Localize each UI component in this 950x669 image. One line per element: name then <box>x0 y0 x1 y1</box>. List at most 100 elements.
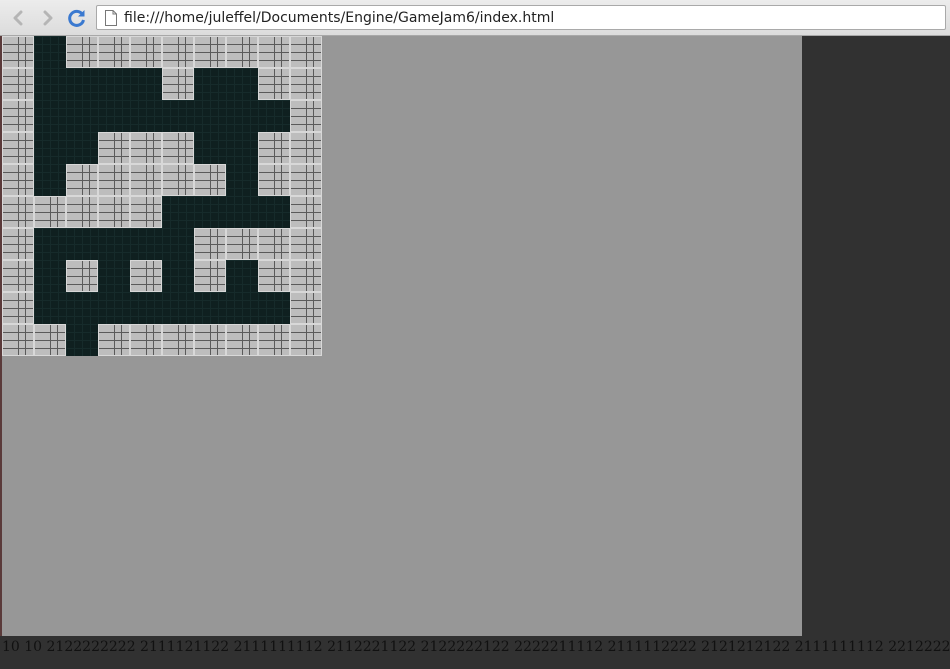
reload-icon <box>68 9 85 27</box>
back-button[interactable] <box>7 7 29 29</box>
wall-tile <box>194 260 226 292</box>
wall-tile <box>130 132 162 164</box>
floor-tile <box>226 100 258 132</box>
wall-tile <box>290 100 322 132</box>
floor-tile <box>226 260 258 292</box>
floor-tile <box>194 132 226 164</box>
floor-tile <box>34 228 66 260</box>
wall-tile <box>34 324 66 356</box>
floor-tile <box>34 36 66 68</box>
floor-tile <box>194 100 226 132</box>
wall-tile <box>290 292 322 324</box>
wall-tile <box>2 100 34 132</box>
maze-grid <box>2 36 322 356</box>
wall-tile <box>162 324 194 356</box>
floor-tile <box>98 100 130 132</box>
forward-button[interactable] <box>37 7 59 29</box>
wall-tile <box>162 132 194 164</box>
floor-tile <box>226 68 258 100</box>
floor-tile <box>34 100 66 132</box>
wall-tile <box>258 132 290 164</box>
floor-tile <box>258 196 290 228</box>
wall-tile <box>226 324 258 356</box>
wall-tile <box>66 260 98 292</box>
floor-tile <box>34 132 66 164</box>
floor-tile <box>130 68 162 100</box>
wall-tile <box>290 228 322 260</box>
floor-tile <box>34 260 66 292</box>
game-canvas[interactable] <box>2 36 802 636</box>
floor-tile <box>162 196 194 228</box>
floor-tile <box>98 292 130 324</box>
wall-tile <box>258 228 290 260</box>
floor-tile <box>98 228 130 260</box>
browser-toolbar: file:///home/juleffel/Documents/Engine/G… <box>0 0 950 36</box>
floor-tile <box>130 292 162 324</box>
wall-tile <box>98 164 130 196</box>
floor-tile <box>226 164 258 196</box>
wall-tile <box>2 164 34 196</box>
wall-tile <box>258 68 290 100</box>
wall-tile <box>290 260 322 292</box>
wall-tile <box>290 164 322 196</box>
wall-tile <box>290 68 322 100</box>
wall-tile <box>226 228 258 260</box>
address-bar[interactable]: file:///home/juleffel/Documents/Engine/G… <box>96 5 946 30</box>
floor-tile <box>66 228 98 260</box>
wall-tile <box>2 68 34 100</box>
floor-tile <box>162 292 194 324</box>
wall-tile <box>130 196 162 228</box>
url-text[interactable]: file:///home/juleffel/Documents/Engine/G… <box>124 10 554 26</box>
wall-tile <box>194 36 226 68</box>
floor-tile <box>66 132 98 164</box>
floor-tile <box>130 100 162 132</box>
floor-tile <box>226 132 258 164</box>
reload-button[interactable] <box>66 7 88 29</box>
wall-tile <box>130 36 162 68</box>
wall-tile <box>2 260 34 292</box>
wall-tile <box>98 324 130 356</box>
wall-tile <box>130 164 162 196</box>
wall-tile <box>258 36 290 68</box>
floor-tile <box>98 260 130 292</box>
forward-icon <box>43 10 53 26</box>
floor-tile <box>98 68 130 100</box>
wall-tile <box>290 196 322 228</box>
wall-tile <box>2 36 34 68</box>
wall-tile <box>98 196 130 228</box>
wall-tile <box>194 228 226 260</box>
wall-tile <box>258 324 290 356</box>
page-viewport: 10 10 2122222222 2111121122 2111111112 2… <box>0 36 950 669</box>
wall-tile <box>162 164 194 196</box>
floor-tile <box>34 164 66 196</box>
floor-tile <box>66 324 98 356</box>
wall-tile <box>66 36 98 68</box>
back-icon <box>13 10 23 26</box>
wall-tile <box>226 36 258 68</box>
floor-tile <box>226 292 258 324</box>
floor-tile <box>162 100 194 132</box>
wall-tile <box>162 36 194 68</box>
wall-tile <box>290 36 322 68</box>
floor-tile <box>162 228 194 260</box>
wall-tile <box>34 196 66 228</box>
floor-tile <box>34 68 66 100</box>
wall-tile <box>258 260 290 292</box>
wall-tile <box>290 324 322 356</box>
wall-tile <box>98 36 130 68</box>
wall-tile <box>194 164 226 196</box>
floor-tile <box>66 100 98 132</box>
floor-tile <box>194 292 226 324</box>
wall-tile <box>2 228 34 260</box>
wall-tile <box>130 260 162 292</box>
wall-tile <box>2 196 34 228</box>
map-data-text: 10 10 2122222222 2111121122 2111111112 2… <box>2 639 950 655</box>
floor-tile <box>162 260 194 292</box>
floor-tile <box>194 196 226 228</box>
floor-tile <box>194 68 226 100</box>
wall-tile <box>2 292 34 324</box>
wall-tile <box>162 68 194 100</box>
floor-tile <box>226 196 258 228</box>
wall-tile <box>130 324 162 356</box>
wall-tile <box>66 164 98 196</box>
